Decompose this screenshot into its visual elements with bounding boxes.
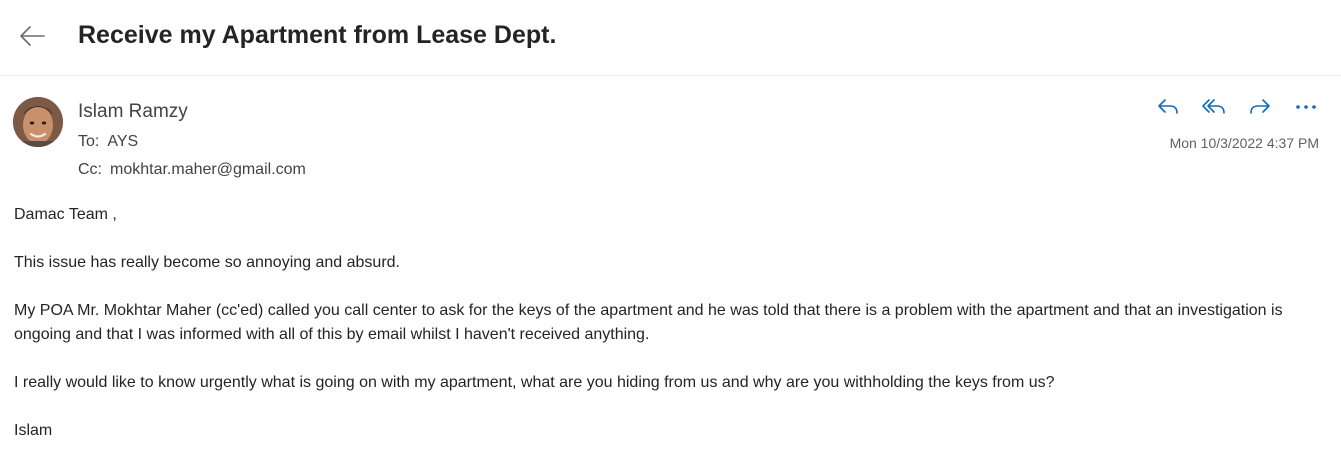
forward-icon xyxy=(1250,99,1270,114)
to-recipients: To: AYS xyxy=(78,133,138,151)
avatar-photo xyxy=(13,97,63,147)
body-greeting: Damac Team , xyxy=(14,206,117,223)
body-paragraph: I really would like to know urgently wha… xyxy=(14,374,1055,391)
to-recipient[interactable]: AYS xyxy=(107,133,138,150)
arrow-left-icon xyxy=(20,26,45,46)
sender-avatar[interactable] xyxy=(13,97,63,147)
sender-name[interactable]: Islam Ramzy xyxy=(78,101,188,123)
to-label: To: xyxy=(78,133,100,150)
body-signature: Islam xyxy=(14,422,53,439)
body-paragraph: My POA Mr. Mokhtar Maher (cc'ed) called … xyxy=(14,302,1283,343)
back-button[interactable] xyxy=(14,20,50,52)
reply-icon xyxy=(1158,99,1178,114)
email-subject: Receive my Apartment from Lease Dept. xyxy=(78,21,557,49)
reading-pane-header: Receive my Apartment from Lease Dept. xyxy=(0,0,1341,76)
reply-all-button[interactable] xyxy=(1197,95,1231,119)
reply-all-icon xyxy=(1202,99,1225,114)
cc-recipients: Cc: mokhtar.maher@gmail.com xyxy=(78,161,306,179)
forward-button[interactable] xyxy=(1243,95,1277,119)
sent-timestamp: Mon 10/3/2022 4:37 PM xyxy=(1169,135,1319,151)
more-icon xyxy=(1296,105,1316,109)
cc-label: Cc: xyxy=(78,161,102,178)
more-actions-button[interactable] xyxy=(1289,95,1323,119)
reply-button[interactable] xyxy=(1151,95,1185,119)
body-paragraph: This issue has really become so annoying… xyxy=(14,254,400,271)
email-body: Damac Team , This issue has really becom… xyxy=(14,203,1336,443)
message-actions xyxy=(1151,95,1323,119)
cc-recipient[interactable]: mokhtar.maher@gmail.com xyxy=(110,161,306,178)
